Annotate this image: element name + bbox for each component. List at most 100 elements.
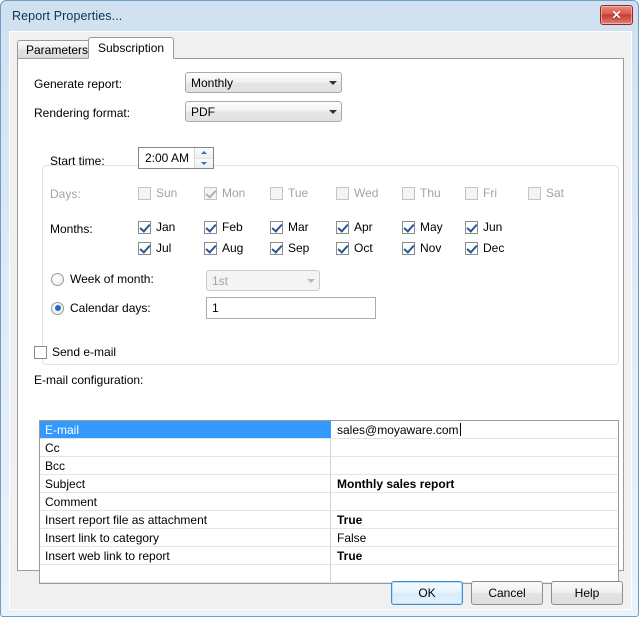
month-label-jul: Jul [156,241,171,255]
rendering-format-dropdown[interactable]: PDF [185,101,342,122]
month-label-mar: Mar [288,220,309,234]
day-label-sun: Sun [156,186,177,200]
report-properties-dialog: Report Properties... ✕ Parameters Subscr… [0,0,639,617]
month-checkbox-may[interactable]: May [402,220,443,234]
day-label-fri: Fri [483,186,497,200]
month-checkbox-apr[interactable]: Apr [336,220,373,234]
caret-up-icon[interactable] [195,148,213,158]
checkbox-box [270,221,283,234]
table-row[interactable]: Cc [40,439,618,457]
checkbox-box [402,242,415,255]
month-label-sep: Sep [288,241,309,255]
title-bar: Report Properties... ✕ [1,1,638,31]
day-label-sat: Sat [546,186,564,200]
week-of-month-dropdown: 1st [206,270,320,291]
rendering-format-label: Rendering format: [34,106,130,120]
row-value-wrap[interactable]: sales@moyaware.com [331,421,618,438]
table-row[interactable]: Comment [40,493,618,511]
radio-week-of-month[interactable]: Week of month: [51,272,154,286]
radio-calendar-days-label: Calendar days: [70,301,151,315]
table-row[interactable]: E-mail sales@moyaware.com [40,421,618,439]
start-time-spinner[interactable]: 2:00 AM [138,147,214,169]
day-label-wed: Wed [354,186,378,200]
tab-parameters[interactable]: Parameters [17,40,97,59]
send-email-checkbox[interactable]: Send e-mail [34,345,116,359]
generate-report-dropdown[interactable]: Monthly [185,72,342,93]
month-label-may: May [420,220,443,234]
ok-button[interactable]: OK [391,581,463,605]
day-label-tue: Tue [288,186,308,200]
cancel-button[interactable]: Cancel [471,581,543,605]
month-checkbox-jan[interactable]: Jan [138,220,175,234]
row-value[interactable] [331,493,618,510]
tab-subscription-label: Subscription [98,41,164,55]
checkbox-box [402,187,415,200]
close-button[interactable]: ✕ [600,5,633,25]
start-time-value: 2:00 AM [139,151,194,165]
email-configuration-grid[interactable]: E-mail sales@moyaware.com Cc Bcc Subject… [39,420,619,584]
radio-week-of-month-label: Week of month: [70,272,154,286]
table-row[interactable]: Insert report file as attachment True [40,511,618,529]
checkbox-box [336,242,349,255]
row-name: Insert link to category [40,529,331,546]
day-checkbox-fri: Fri [465,186,497,200]
checkbox-box [138,221,151,234]
month-checkbox-oct[interactable]: Oct [336,241,373,255]
day-checkbox-mon: Mon [204,186,245,200]
days-label: Days: [50,187,81,201]
calendar-days-input[interactable]: 1 [206,297,376,319]
dialog-client-area: Parameters Subscription Generate report:… [9,31,632,610]
row-value[interactable] [331,457,618,474]
ok-button-label: OK [418,586,435,600]
row-value[interactable] [331,439,618,456]
row-name: Cc [40,439,331,456]
month-checkbox-feb[interactable]: Feb [204,220,243,234]
month-checkbox-dec[interactable]: Dec [465,241,504,255]
checkbox-box [465,187,478,200]
radio-calendar-days[interactable]: Calendar days: [51,301,151,315]
row-value[interactable]: False [331,529,618,546]
row-value[interactable]: True [331,547,618,564]
close-icon: ✕ [611,9,621,21]
row-value[interactable]: Monthly sales report [331,475,618,492]
row-name: Insert report file as attachment [40,511,331,528]
month-label-jan: Jan [156,220,175,234]
month-label-nov: Nov [420,241,441,255]
months-label: Months: [50,222,93,236]
row-name [40,583,331,584]
caret-down-icon[interactable] [195,158,213,169]
checkbox-box [402,221,415,234]
month-label-oct: Oct [354,241,373,255]
day-label-thu: Thu [420,186,441,200]
month-checkbox-mar[interactable]: Mar [270,220,309,234]
checkbox-box [34,346,47,359]
day-checkbox-tue: Tue [270,186,308,200]
table-row[interactable]: Insert web link to report True [40,547,618,565]
chevron-down-icon [302,279,319,283]
month-checkbox-aug[interactable]: Aug [204,241,243,255]
row-name [40,565,331,582]
row-name: Comment [40,493,331,510]
table-row[interactable]: Bcc [40,457,618,475]
start-time-spin-buttons [194,148,213,168]
table-row[interactable]: Subject Monthly sales report [40,475,618,493]
month-checkbox-sep[interactable]: Sep [270,241,309,255]
row-value[interactable]: True [331,511,618,528]
row-name: Subject [40,475,331,492]
month-checkbox-jun[interactable]: Jun [465,220,502,234]
tab-strip: Parameters Subscription [17,37,626,59]
month-checkbox-nov[interactable]: Nov [402,241,441,255]
send-email-label: Send e-mail [52,345,116,359]
checkbox-box [528,187,541,200]
tab-subscription[interactable]: Subscription [88,37,174,59]
start-time-label: Start time: [50,154,105,168]
month-label-feb: Feb [222,220,243,234]
checkbox-box [465,242,478,255]
row-value[interactable] [331,565,618,582]
calendar-days-value: 1 [212,301,219,315]
checkbox-box [204,242,217,255]
help-button[interactable]: Help [551,581,623,605]
table-row[interactable]: Insert link to category False [40,529,618,547]
month-label-aug: Aug [222,241,243,255]
month-checkbox-jul[interactable]: Jul [138,241,171,255]
